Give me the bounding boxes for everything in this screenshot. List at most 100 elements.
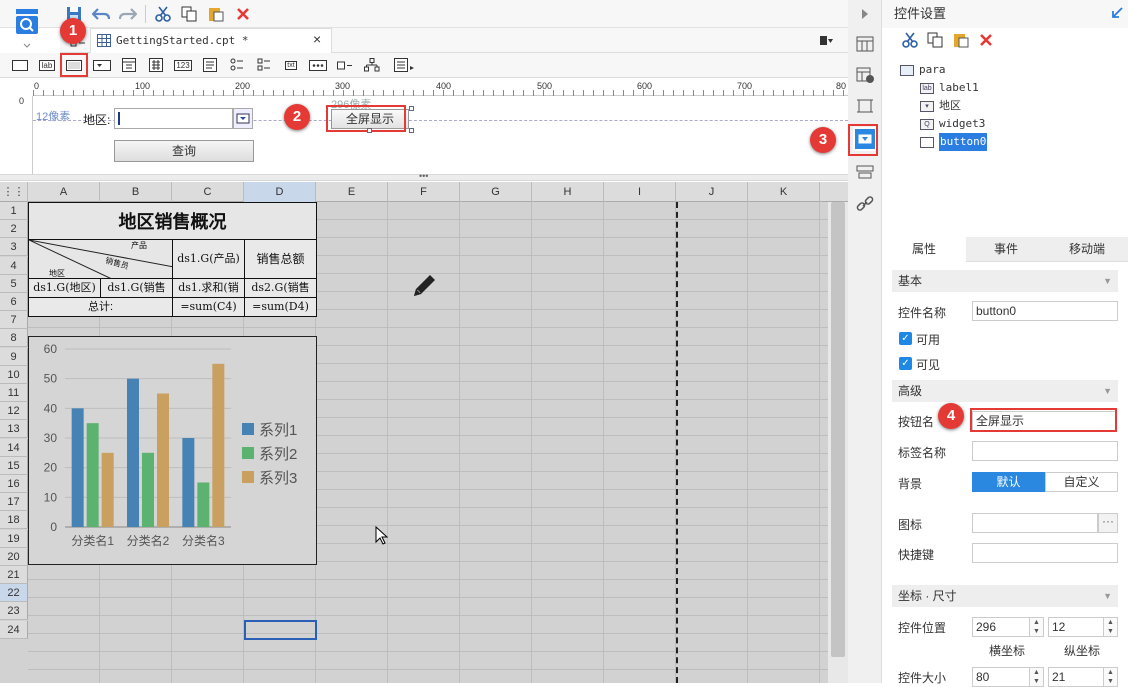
visible-checkbox[interactable]: ✓ [899,357,912,370]
row-header-9[interactable]: 9 [0,347,28,366]
tree-item-para[interactable]: para [900,61,946,79]
row-header-20[interactable]: 20 [0,547,28,566]
tree-item-region[interactable]: ▾ 地区 [920,97,961,115]
tree-item-button0[interactable]: button0 [920,133,988,151]
hyperlink-icon[interactable] [853,192,877,216]
cell-d3[interactable]: 销售总额 [244,239,317,279]
redo-icon[interactable] [117,3,139,25]
icon-field[interactable] [972,513,1098,533]
checkbox-widget-icon[interactable] [335,56,355,74]
query-button[interactable]: 查询 [114,140,254,162]
col-f[interactable]: F [388,182,460,202]
section-advanced[interactable]: 高级 ▼ [892,380,1118,402]
row-header-23[interactable]: 23 [0,602,28,621]
enabled-checkbox[interactable]: ✓ [899,332,912,345]
selected-cell-d22[interactable] [244,620,317,640]
row-header-12[interactable]: 12 [0,402,28,421]
row-header-8[interactable]: 8 [0,329,28,348]
label-widget-icon[interactable] [10,56,30,74]
row-header-7[interactable]: 7 [0,311,28,330]
size-h-field[interactable]: 21 [1048,667,1104,687]
cell-element-icon[interactable] [853,32,877,56]
pos-y-field[interactable]: 12 [1048,617,1104,637]
bg-custom-button[interactable]: 自定义 [1045,472,1118,492]
pin-arrow-icon[interactable] [1110,6,1124,20]
pos-x-field[interactable]: 296 [972,617,1030,637]
row-header-1[interactable]: 1 [0,202,28,220]
cell-c5[interactable]: =sum(C4) [172,297,245,317]
tab-mobile[interactable]: 移动端 [1046,237,1128,262]
condition-attribute-icon[interactable] [853,160,877,184]
password-widget-icon[interactable] [308,56,328,74]
delete-icon[interactable] [232,3,254,25]
more-widgets-icon[interactable] [394,56,414,74]
dropdown-button[interactable] [233,108,253,129]
tree-item-label1[interactable]: lab label1 [920,79,979,97]
report-sheet[interactable]: ⋮⋮ A B C D E F G H I J K 1 2 3 4 5 6 7 8 9 10 11 12… [0,182,848,683]
paste-icon[interactable] [205,3,227,25]
row-header-21[interactable]: 21 [0,566,28,584]
pos-y-stepper[interactable]: ▲ ▼ [1104,617,1118,637]
col-j[interactable]: J [676,182,748,202]
close-icon[interactable]: × [313,31,321,47]
vertical-scrollbar[interactable] [828,202,848,683]
copy-icon[interactable] [178,3,200,25]
row-header-16[interactable]: 16 [0,475,28,493]
cell-a4[interactable]: ds1.G(地区) [28,278,101,298]
name-field[interactable]: button0 [972,301,1118,321]
col-c[interactable]: C [172,182,244,202]
row-header-24[interactable]: 24 [0,620,28,639]
checkbox-group-icon[interactable] [254,56,274,74]
bg-default-button[interactable]: 默认 [972,472,1045,492]
copy-icon[interactable] [927,32,945,50]
cut-icon[interactable] [902,32,920,50]
text-field-icon[interactable]: txt [281,56,301,74]
cell-c3[interactable]: ds1.G(产品) [172,239,245,279]
tab-events[interactable]: 事件 [966,237,1046,262]
size-w-stepper[interactable]: ▲ ▼ [1030,667,1044,687]
cell-d5[interactable]: =sum(D4) [244,297,317,317]
col-h[interactable]: H [532,182,604,202]
col-d[interactable]: D [244,182,316,202]
resize-handle[interactable] [409,106,414,111]
row-header-11[interactable]: 11 [0,384,28,402]
date-widget-icon[interactable] [119,56,139,74]
row-header-17[interactable]: 17 [0,493,28,512]
tag-name-field[interactable] [972,441,1118,461]
row-header-13[interactable]: 13 [0,420,28,439]
text-widget-icon[interactable]: lab [37,56,57,74]
row-header-18[interactable]: 18 [0,511,28,530]
section-basic[interactable]: 基本 ▼ [892,270,1118,292]
dropdown-widget-icon[interactable] [92,56,112,74]
delete-icon[interactable] [979,33,995,49]
tree-widget-icon[interactable] [362,56,382,74]
col-i[interactable]: I [604,182,676,202]
size-h-stepper[interactable]: ▲ ▼ [1104,667,1118,687]
col-k[interactable]: K [748,182,820,202]
more-icon[interactable]: ··· [1098,513,1118,533]
row-header-5[interactable]: 5 [0,274,28,293]
number-widget-icon[interactable]: 123 [173,56,193,74]
row-header-10[interactable]: 10 [0,365,28,384]
collapse-right-icon[interactable] [853,2,877,26]
cell-b4[interactable]: ds1.G(销售 [100,278,173,298]
corner-grip-icon[interactable]: ⋮⋮ [0,182,28,202]
cut-icon[interactable] [152,3,174,25]
shortcut-field[interactable] [972,543,1118,563]
row-header-22[interactable]: 22 [0,584,28,603]
region-input[interactable] [114,108,233,129]
section-coords[interactable]: 坐标 · 尺寸 ▼ [892,585,1118,607]
col-b[interactable]: B [100,182,172,202]
paste-icon[interactable] [953,32,971,50]
report-title[interactable]: 地区销售概况 [28,202,317,239]
resize-handle[interactable] [367,128,372,133]
row-header-14[interactable]: 14 [0,438,28,457]
col-a[interactable]: A [28,182,100,202]
row-header-2[interactable]: 2 [0,220,28,239]
textarea-widget-icon[interactable] [200,56,220,74]
cell-d4[interactable]: ds2.G(销售 [244,278,317,298]
calendar-widget-icon[interactable] [146,56,166,74]
tab-gettingstarted[interactable]: GettingStarted.cpt * × [90,28,332,53]
size-w-field[interactable]: 80 [972,667,1030,687]
row-header-3[interactable]: 3 [0,238,28,257]
